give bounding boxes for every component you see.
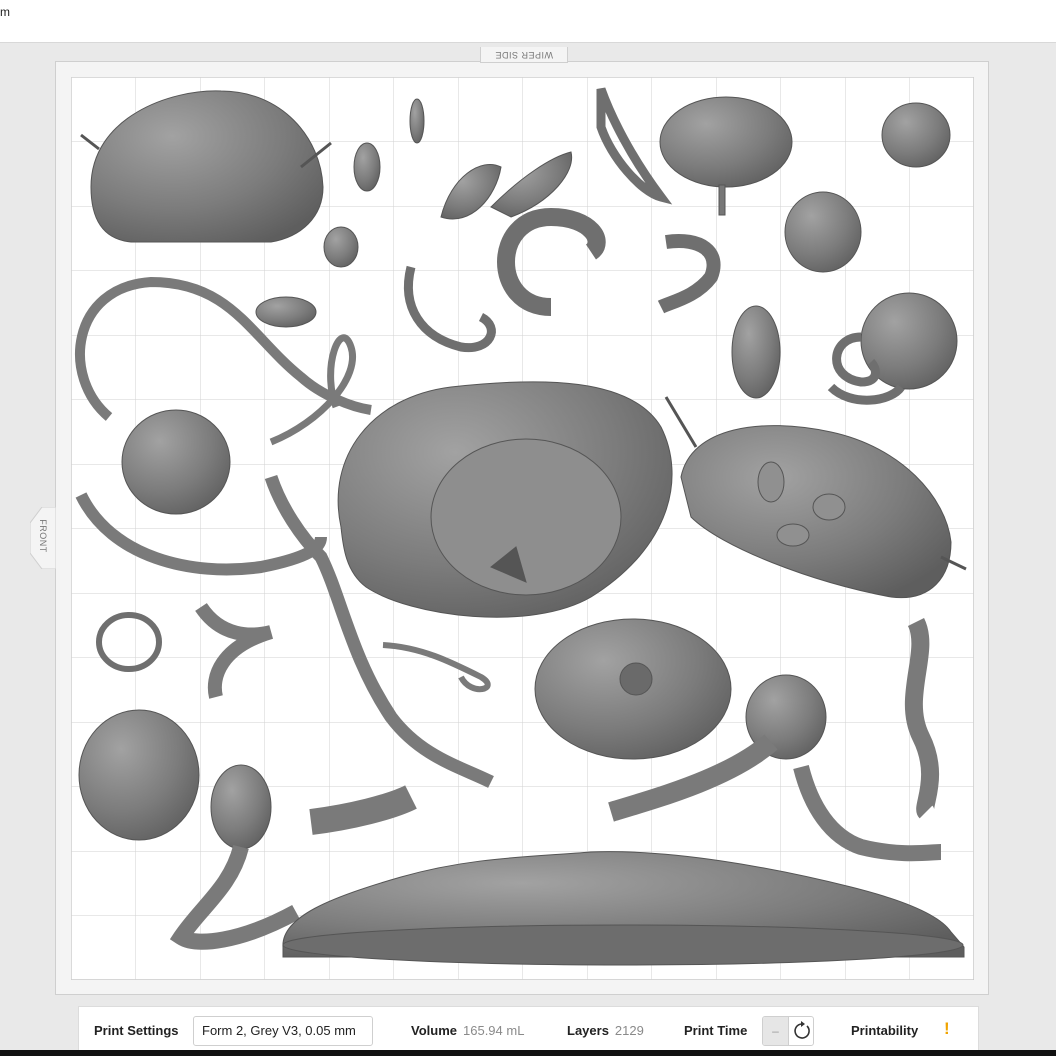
- build-plate-scene[interactable]: [71, 77, 974, 980]
- print-time-label: Print Time: [684, 1023, 748, 1038]
- volume-value: 165.94 mL: [463, 1023, 525, 1038]
- front-indicator: FRONT: [30, 507, 56, 569]
- monkey-head-model[interactable]: [784, 191, 862, 273]
- print-settings-field[interactable]: Form 2, Grey V3, 0.05 mm: [193, 1016, 373, 1046]
- volume-stat: Volume 165.94 mL: [411, 1023, 524, 1038]
- bottom-status-bar: Print Settings Form 2, Grey V3, 0.05 mm …: [78, 1006, 979, 1052]
- egg-head-model[interactable]: [659, 96, 793, 188]
- window-title: m: [0, 5, 10, 19]
- refresh-button[interactable]: [789, 1017, 813, 1045]
- layers-stat: Layers 2129: [567, 1023, 644, 1038]
- print-time-value: –: [763, 1017, 789, 1045]
- layers-value: 2129: [614, 1023, 644, 1038]
- printability-label: Printability: [851, 1023, 919, 1038]
- taskbar-edge: [0, 1050, 1056, 1056]
- layers-label: Layers: [567, 1023, 609, 1038]
- volume-label: Volume: [411, 1023, 457, 1038]
- refresh-icon: [794, 1021, 810, 1039]
- small-figure-model[interactable]: [353, 142, 381, 192]
- front-label: FRONT: [38, 519, 48, 553]
- wiper-side-label: WIPER SIDE: [480, 47, 568, 63]
- title-bar: m: [0, 0, 1056, 43]
- print-settings-label: Print Settings: [94, 1023, 179, 1038]
- warning-icon[interactable]: !: [944, 1019, 950, 1039]
- print-time-control: –: [762, 1016, 814, 1046]
- lower-rock-model[interactable]: [78, 709, 200, 841]
